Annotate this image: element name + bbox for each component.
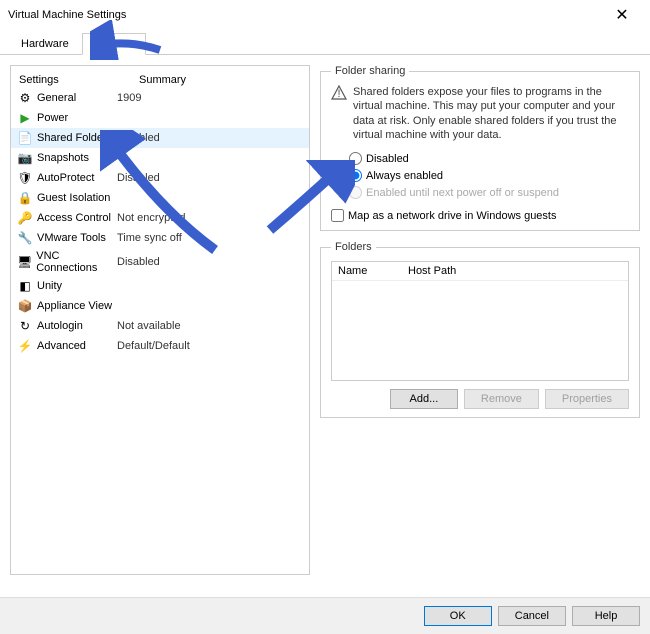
- settings-item-summary: 1909: [117, 92, 303, 104]
- folders-col-name[interactable]: Name: [338, 265, 408, 277]
- advanced-icon: ⚡: [17, 338, 33, 354]
- folders-col-hostpath[interactable]: Host Path: [408, 265, 622, 277]
- map-drive-label: Map as a network drive in Windows guests: [348, 210, 556, 222]
- settings-item-snapshots[interactable]: 📷 Snapshots: [11, 148, 309, 168]
- radio-poweroff-label: Enabled until next power off or suspend: [366, 187, 559, 199]
- settings-item-label: AutoProtect: [37, 172, 94, 184]
- radio-always-label: Always enabled: [366, 170, 443, 182]
- settings-item-shared-folders[interactable]: 📄 Shared Folders Disabled: [11, 128, 309, 148]
- settings-item-summary: Time sync off: [117, 232, 303, 244]
- settings-item-summary: Not available: [117, 320, 303, 332]
- gear-icon: ⚙: [17, 90, 33, 106]
- settings-item-summary: Disabled: [117, 132, 303, 144]
- settings-item-label: Autologin: [37, 320, 83, 332]
- tabs: Hardware Options: [0, 32, 650, 55]
- radio-always[interactable]: [349, 169, 362, 182]
- radio-disabled-label: Disabled: [366, 153, 409, 165]
- settings-item-access-control[interactable]: 🔑 Access Control Not encrypted: [11, 208, 309, 228]
- close-button[interactable]: ✕: [602, 3, 642, 27]
- add-button[interactable]: Add...: [390, 389, 458, 409]
- camera-icon: 📷: [17, 150, 33, 166]
- settings-item-summary: Disabled: [117, 172, 303, 184]
- cancel-button[interactable]: Cancel: [498, 606, 566, 626]
- settings-item-summary: Not encrypted: [117, 212, 303, 224]
- bottom-bar: OK Cancel Help: [0, 597, 650, 634]
- settings-item-label: Snapshots: [37, 152, 89, 164]
- warning-text: Shared folders expose your files to prog…: [353, 85, 629, 142]
- tab-hardware[interactable]: Hardware: [8, 33, 82, 55]
- settings-item-label: Access Control: [37, 212, 111, 224]
- settings-item-label: General: [37, 92, 76, 104]
- autologin-icon: ↻: [17, 318, 33, 334]
- settings-item-power[interactable]: ▶ Power: [11, 108, 309, 128]
- settings-item-label: Unity: [37, 280, 62, 292]
- tools-icon: 🔧: [17, 230, 33, 246]
- lock-icon: 🔒: [17, 190, 33, 206]
- window-title: Virtual Machine Settings: [8, 9, 602, 21]
- folder-icon: 📄: [17, 130, 33, 146]
- settings-item-summary: Default/Default: [117, 340, 303, 352]
- folder-sharing-group: Folder sharing ! Shared folders expose y…: [320, 65, 640, 231]
- settings-item-guest-isolation[interactable]: 🔒 Guest Isolation: [11, 188, 309, 208]
- unity-icon: ◧: [17, 278, 33, 294]
- list-header: Settings Summary: [11, 72, 309, 88]
- vnc-icon: 🖥: [17, 254, 32, 270]
- appliance-icon: 📦: [17, 298, 33, 314]
- ok-button[interactable]: OK: [424, 606, 492, 626]
- folders-list[interactable]: Name Host Path: [331, 261, 629, 381]
- key-icon: 🔑: [17, 210, 33, 226]
- radio-poweroff: [349, 186, 362, 199]
- radio-always-row[interactable]: Always enabled: [331, 167, 629, 184]
- properties-button: Properties: [545, 389, 629, 409]
- svg-text:!: !: [337, 88, 340, 100]
- remove-button: Remove: [464, 389, 539, 409]
- settings-item-label: Power: [37, 112, 68, 124]
- header-settings: Settings: [19, 74, 139, 86]
- settings-item-unity[interactable]: ◧ Unity: [11, 276, 309, 296]
- help-button[interactable]: Help: [572, 606, 640, 626]
- warning-icon: !: [331, 85, 347, 101]
- settings-item-label: Appliance View: [37, 300, 112, 312]
- map-drive-checkbox[interactable]: [331, 209, 344, 222]
- settings-item-label: Shared Folders: [37, 132, 112, 144]
- settings-item-summary: Disabled: [117, 256, 303, 268]
- settings-item-label: Advanced: [37, 340, 86, 352]
- settings-item-general[interactable]: ⚙ General 1909: [11, 88, 309, 108]
- settings-item-vmware-tools[interactable]: 🔧 VMware Tools Time sync off: [11, 228, 309, 248]
- tab-options[interactable]: Options: [82, 33, 146, 55]
- settings-item-label: VMware Tools: [37, 232, 106, 244]
- settings-item-autologin[interactable]: ↻ Autologin Not available: [11, 316, 309, 336]
- header-summary: Summary: [139, 74, 301, 86]
- settings-item-advanced[interactable]: ⚡ Advanced Default/Default: [11, 336, 309, 356]
- radio-disabled-row[interactable]: Disabled: [331, 150, 629, 167]
- folders-legend: Folders: [331, 241, 376, 253]
- settings-item-appliance-view[interactable]: 📦 Appliance View: [11, 296, 309, 316]
- folders-group: Folders Name Host Path Add... Remove Pro…: [320, 241, 640, 418]
- shield-icon: 🛡: [17, 170, 33, 186]
- settings-item-autoprotect[interactable]: 🛡 AutoProtect Disabled: [11, 168, 309, 188]
- settings-item-label: Guest Isolation: [37, 192, 110, 204]
- map-drive-row[interactable]: Map as a network drive in Windows guests: [331, 209, 629, 222]
- radio-poweroff-row: Enabled until next power off or suspend: [331, 184, 629, 201]
- settings-item-label: VNC Connections: [36, 250, 117, 274]
- titlebar: Virtual Machine Settings ✕: [0, 0, 650, 30]
- radio-disabled[interactable]: [349, 152, 362, 165]
- play-icon: ▶: [17, 110, 33, 126]
- folder-sharing-legend: Folder sharing: [331, 65, 409, 77]
- settings-list: Settings Summary ⚙ General 1909 ▶ Power 📄 Shar…: [10, 65, 310, 575]
- settings-item-vnc-connections[interactable]: 🖥VNC ConnectionsDisabled: [11, 248, 309, 276]
